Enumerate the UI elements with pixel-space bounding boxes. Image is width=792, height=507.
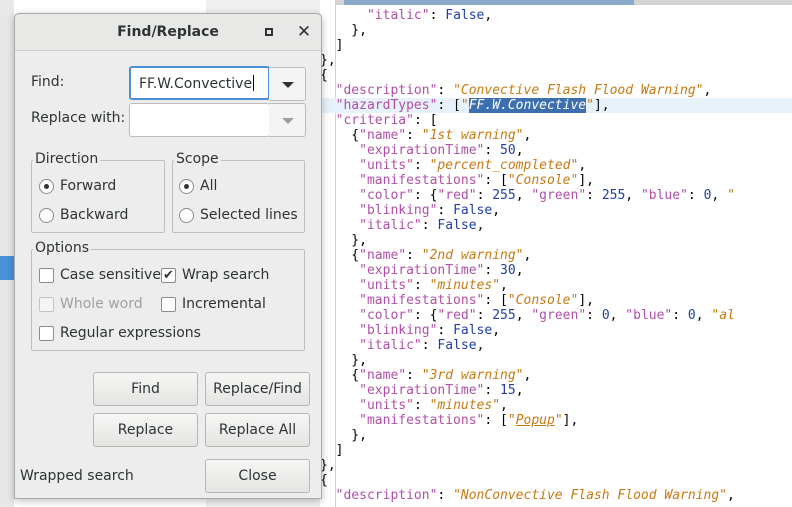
backward-label: Backward <box>60 207 129 223</box>
code-line[interactable]: "italic": False, <box>320 218 792 233</box>
chevron-down-icon <box>282 82 294 88</box>
code-line[interactable]: "expirationTime": 15, <box>320 383 792 398</box>
code-line[interactable]: "blinking": False, <box>320 323 792 338</box>
replace-history-dropdown[interactable] <box>269 103 306 137</box>
chevron-down-icon <box>282 118 294 124</box>
code-line[interactable]: }, <box>320 233 792 248</box>
code-line[interactable]: "expirationTime": 30, <box>320 263 792 278</box>
code-line[interactable]: "units": "minutes", <box>320 398 792 413</box>
case-sensitive-label: Case sensitive <box>60 267 161 283</box>
whole-word-checkbox[interactable] <box>39 297 54 312</box>
code-line[interactable]: {"name": "1st warning", <box>320 128 792 143</box>
find-input-value: FF.W.Convective <box>139 76 253 92</box>
code-line[interactable]: }, <box>320 458 792 473</box>
code-line[interactable]: {"name": "2nd warning", <box>320 248 792 263</box>
left-panel <box>0 0 14 507</box>
code-line[interactable]: "color": {"red": 255, "green": 0, "blue"… <box>320 308 792 323</box>
code-line[interactable]: ] <box>320 443 792 458</box>
wrap-search-label: Wrap search <box>182 267 270 283</box>
replace-all-button[interactable]: Replace All <box>205 413 310 447</box>
forward-radio[interactable] <box>39 179 54 194</box>
code-editor[interactable]: "italic": False, }, ]},{ "description": … <box>320 0 792 507</box>
code-line[interactable]: }, <box>320 353 792 368</box>
dialog-titlebar: Find/Replace ✕ <box>15 14 321 51</box>
find-label: Find: <box>31 74 65 90</box>
find-history-dropdown[interactable] <box>269 67 306 101</box>
code-line[interactable]: "criteria": [ <box>320 113 792 128</box>
regular-expressions-label: Regular expressions <box>60 325 201 341</box>
code-line[interactable]: "blinking": False, <box>320 203 792 218</box>
code-line[interactable]: }, <box>320 23 792 38</box>
code-line[interactable]: "manifestations": ["Console"], <box>320 293 792 308</box>
options-title: Options <box>33 240 92 256</box>
incremental-label: Incremental <box>182 296 266 312</box>
scope-title: Scope <box>174 151 221 167</box>
direction-title: Direction <box>33 151 101 167</box>
code-line[interactable]: "italic": False, <box>320 8 792 23</box>
scope-all-label: All <box>200 178 218 194</box>
code-line[interactable]: {"name": "3rd warning", <box>320 368 792 383</box>
find-input[interactable]: FF.W.Convective <box>129 66 270 100</box>
code-line[interactable]: { <box>320 473 792 488</box>
incremental-checkbox[interactable] <box>161 297 176 312</box>
status-text: Wrapped search <box>20 468 134 484</box>
whole-word-label: Whole word <box>60 296 143 312</box>
code-line[interactable]: "hazardTypes": ["FF.W.Convective"], <box>320 98 792 113</box>
code-line[interactable]: }, <box>320 53 792 68</box>
selected-lines-label: Selected lines <box>200 207 298 223</box>
code-line[interactable]: "units": "percent_completed", <box>320 158 792 173</box>
code-line[interactable]: "color": {"red": 255, "green": 255, "blu… <box>320 188 792 203</box>
find-button[interactable]: Find <box>93 372 198 406</box>
forward-label: Forward <box>60 178 117 194</box>
selected-lines-radio[interactable] <box>179 208 194 223</box>
code-line[interactable]: "manifestations": ["Console"], <box>320 173 792 188</box>
close-icon[interactable]: ✕ <box>295 23 313 41</box>
replace-label: Replace with: <box>31 110 126 126</box>
code-line[interactable]: "description": "Convective Flash Flood W… <box>320 83 792 98</box>
left-panel-selection <box>0 256 14 280</box>
code-line[interactable]: "expirationTime": 50, <box>320 143 792 158</box>
wrap-search-checkbox[interactable]: ✔ <box>161 268 176 283</box>
code-line[interactable]: "manifestations": ["Popup"], <box>320 413 792 428</box>
code-line[interactable]: "units": "minutes", <box>320 278 792 293</box>
case-sensitive-checkbox[interactable] <box>39 268 54 283</box>
code-line[interactable]: }, <box>320 428 792 443</box>
code-line[interactable]: "description": "NonConvective Flash Floo… <box>320 488 792 503</box>
regular-expressions-checkbox[interactable] <box>39 326 54 341</box>
scope-all-radio[interactable] <box>179 179 194 194</box>
code-line[interactable]: ] <box>320 38 792 53</box>
backward-radio[interactable] <box>39 208 54 223</box>
close-button[interactable]: Close <box>205 459 310 493</box>
replace-find-button[interactable]: Replace/Find <box>205 372 310 406</box>
replace-input[interactable] <box>129 103 270 137</box>
code-line[interactable]: "italic": False, <box>320 338 792 353</box>
find-replace-dialog: Find/Replace ✕ Find: FF.W.Convective Rep… <box>14 13 322 499</box>
replace-button[interactable]: Replace <box>93 413 198 447</box>
code-line[interactable]: { <box>320 68 792 83</box>
maximize-icon[interactable] <box>262 25 276 39</box>
